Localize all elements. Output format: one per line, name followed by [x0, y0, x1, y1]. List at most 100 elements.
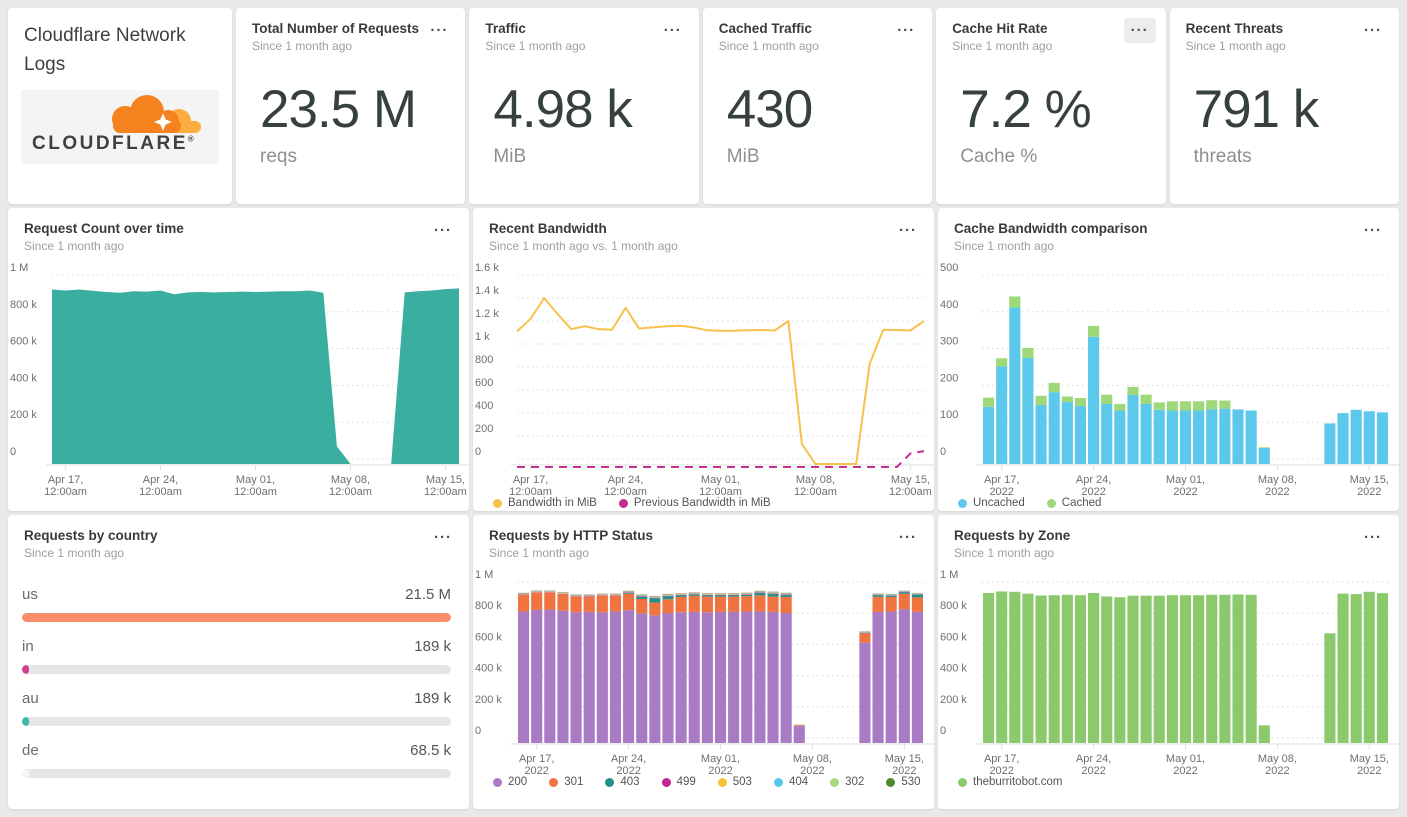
panel-requests-by-http-status: Requests by HTTP Status Since 1 month ag… — [473, 515, 934, 809]
svg-text:1 k: 1 k — [475, 331, 490, 343]
svg-text:Apr 17,: Apr 17, — [984, 474, 1019, 486]
svg-text:Apr 17,: Apr 17, — [513, 474, 548, 486]
chart-row-1: Request Count over time Since 1 month ag… — [8, 208, 1399, 511]
svg-text:2022: 2022 — [892, 765, 916, 774]
country-bar-track — [22, 717, 451, 726]
legend-dot-icon — [958, 498, 967, 508]
legend-item-301[interactable]: 301 — [549, 776, 583, 788]
stat-value: 791 k — [1193, 80, 1320, 139]
country-label: de — [22, 742, 39, 759]
legend-dot-icon — [717, 777, 727, 787]
legend-item-499[interactable]: 499 — [661, 776, 696, 788]
panel-menu-button[interactable]: ··· — [892, 525, 924, 550]
panel-requests-by-country: Requests by country Since 1 month ago ··… — [8, 515, 469, 809]
svg-text:2022: 2022 — [1357, 486, 1381, 495]
svg-text:2022: 2022 — [1081, 765, 1105, 774]
series-area — [52, 288, 459, 464]
svg-text:Apr 24,: Apr 24, — [1076, 753, 1111, 765]
svg-text:800: 800 — [475, 354, 493, 366]
svg-text:200 k: 200 k — [475, 694, 502, 706]
legend-item-530[interactable]: 530 — [886, 776, 921, 788]
svg-text:12:00am: 12:00am — [424, 486, 467, 495]
cloudflare-wordmark: CLOUDFLARE® — [32, 133, 197, 154]
panel-menu-button[interactable]: ··· — [423, 18, 455, 43]
svg-text:1 M: 1 M — [475, 569, 493, 581]
panel-menu-button[interactable]: ··· — [427, 525, 459, 550]
panel-menu-button[interactable]: ··· — [890, 18, 922, 43]
stat-card-cache-hit-rate: Cache Hit Rate Since 1 month ago ··· 7.2… — [936, 8, 1166, 204]
panel-recent-bandwidth: Recent Bandwidth Since 1 month ago vs. 1… — [473, 208, 934, 511]
svg-text:300: 300 — [940, 336, 958, 348]
svg-text:May 01,: May 01, — [701, 474, 740, 486]
panel-menu-button[interactable]: ··· — [1123, 18, 1156, 43]
svg-text:12:00am: 12:00am — [699, 486, 742, 495]
svg-text:May 15,: May 15, — [1350, 474, 1389, 486]
legend-item-302[interactable]: 302 — [830, 776, 864, 788]
svg-text:800 k: 800 k — [475, 600, 502, 612]
svg-text:2022: 2022 — [708, 765, 732, 774]
legend-item-Previous Bandwidth in MiB[interactable]: Previous Bandwidth in MiB — [618, 497, 771, 509]
stat-subtitle: Since 1 month ago — [252, 39, 353, 53]
svg-text:2022: 2022 — [989, 765, 1013, 774]
legend-item-503[interactable]: 503 — [717, 776, 752, 788]
legend-item-200[interactable]: 200 — [493, 776, 527, 788]
legend-item-403[interactable]: 403 — [605, 776, 640, 788]
stat-card-traffic: Traffic Since 1 month ago ··· 4.98 k MiB — [469, 8, 699, 204]
stat-title: Cached Traffic — [718, 21, 812, 36]
svg-text:2022: 2022 — [1265, 486, 1289, 495]
legend-dot-icon — [605, 777, 615, 787]
http-status-bar-chart: 1 M800 k600 k400 k200 k0Apr 17,2022Apr 2… — [475, 569, 934, 774]
svg-text:400: 400 — [940, 299, 958, 311]
legend-item-404[interactable]: 404 — [773, 776, 808, 788]
svg-text:12:00am: 12:00am — [794, 486, 837, 495]
svg-text:12:00am: 12:00am — [509, 486, 552, 495]
panel-request-count: Request Count over time Since 1 month ag… — [8, 208, 469, 511]
panel-menu-button[interactable]: ··· — [1357, 525, 1389, 550]
series-Bandwidth in MiB — [516, 297, 925, 465]
svg-text:2022: 2022 — [800, 765, 824, 774]
legend-dot-icon — [493, 777, 502, 787]
stat-value: 430 — [726, 80, 813, 139]
series-200 — [518, 609, 923, 743]
country-row-us: us 21.5 M — [22, 586, 451, 622]
svg-text:Apr 24,: Apr 24, — [608, 474, 643, 486]
svg-text:800 k: 800 k — [940, 600, 967, 612]
stat-unit: reqs — [260, 146, 297, 167]
country-label: au — [22, 690, 39, 707]
legend-item-Cached[interactable]: Cached — [1046, 497, 1101, 509]
panel-menu-button[interactable]: ··· — [657, 18, 689, 43]
svg-text:May 15,: May 15, — [1350, 753, 1389, 765]
panel-menu-button[interactable]: ··· — [892, 218, 924, 243]
stat-title: Traffic — [485, 21, 526, 36]
svg-text:600 k: 600 k — [940, 631, 967, 643]
svg-text:600: 600 — [475, 377, 493, 389]
legend-item-Uncached[interactable]: Uncached — [958, 497, 1025, 509]
legend-dot-icon — [958, 777, 967, 787]
svg-text:600 k: 600 k — [10, 336, 37, 348]
panel-menu-button[interactable]: ··· — [1357, 218, 1389, 243]
stat-unit: Cache % — [960, 146, 1038, 167]
svg-text:May 15,: May 15, — [426, 474, 465, 486]
legend-dot-icon — [661, 777, 671, 787]
cloudflare-logo: CLOUDFLARE® — [21, 90, 219, 164]
svg-text:400 k: 400 k — [10, 372, 37, 384]
panel-menu-button[interactable]: ··· — [427, 218, 459, 243]
svg-text:May 15,: May 15, — [891, 474, 930, 486]
legend-item-theburritobot.com[interactable]: theburritobot.com — [958, 776, 1063, 788]
stat-unit: MiB — [493, 146, 527, 167]
legend-dot-icon — [773, 777, 783, 787]
panel-title: Cache Bandwidth comparison — [954, 221, 1148, 236]
legend-dot-icon — [830, 777, 840, 787]
country-row-in: in 189 k — [22, 638, 451, 674]
panel-subtitle: Since 1 month ago — [954, 546, 1055, 560]
svg-text:12:00am: 12:00am — [889, 486, 932, 495]
svg-text:200 k: 200 k — [10, 409, 37, 421]
panel-menu-button[interactable]: ··· — [1357, 18, 1389, 43]
svg-text:400 k: 400 k — [940, 663, 967, 675]
panel-subtitle: Since 1 month ago — [489, 546, 590, 560]
legend-item-Bandwidth in MiB[interactable]: Bandwidth in MiB — [493, 497, 597, 509]
svg-text:800 k: 800 k — [10, 299, 37, 311]
country-label: in — [22, 638, 34, 655]
dashboard-title: Cloudflare Network Logs — [24, 25, 186, 75]
zone-legend: theburritobot.com — [938, 774, 1399, 788]
